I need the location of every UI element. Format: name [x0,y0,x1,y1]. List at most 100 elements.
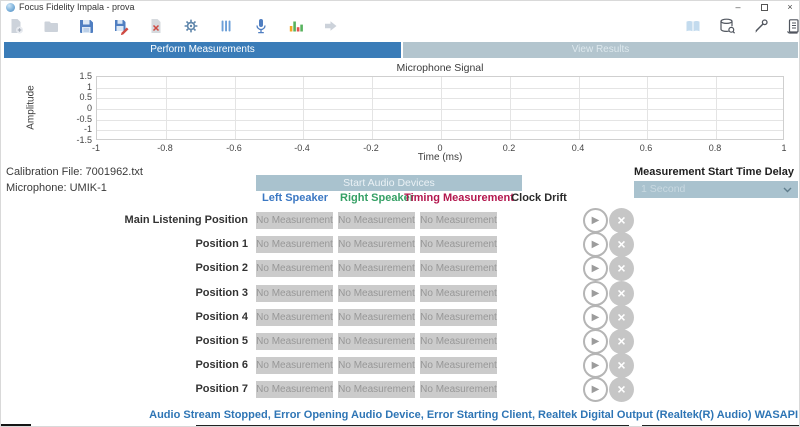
levels-icon[interactable] [217,17,235,35]
save-as-icon[interactable] [112,17,130,35]
measurement-cell: No Measurement [338,333,415,350]
measurement-cell: No Measurement [420,357,497,374]
measurement-cell: No Measurement [256,236,333,253]
row-label-position-6: Position 6 [81,359,248,371]
play-measurement-button[interactable]: ▶ [583,232,608,257]
x-tick-label: -0.8 [143,143,187,153]
toolbar [1,14,799,39]
measurement-cell: No Measurement [420,309,497,326]
measurement-cell: No Measurement [338,260,415,277]
gridline-horizontal [97,88,783,89]
measurement-cell: No Measurement [420,285,497,302]
database-search-icon[interactable] [718,17,736,35]
clear-measurement-button[interactable]: × [609,329,634,354]
y-tick-label: -1 [52,124,92,134]
measurement-start-delay-dropdown[interactable]: 1 Second [634,181,798,198]
measurement-cell: No Measurement [338,285,415,302]
row-label-position-5: Position 5 [81,335,248,347]
clear-measurement-button[interactable]: × [609,377,634,402]
row-label-position-4: Position 4 [81,311,248,323]
y-axis-label: Amplitude [26,76,37,140]
row-label-position-2: Position 2 [81,262,248,274]
play-measurement-button[interactable]: ▶ [583,281,608,306]
tab-view-results[interactable]: View Results [403,42,798,58]
chevron-down-icon [783,187,792,193]
x-tick-label: -0.6 [212,143,256,153]
measurement-start-delay-value: 1 Second [641,183,685,195]
clear-measurement-button[interactable]: × [609,208,634,233]
measurement-cell: No Measurement [256,309,333,326]
measurement-cell: No Measurement [420,260,497,277]
header-clock-drift: Clock Drift [489,192,589,204]
measurement-cell: No Measurement [256,285,333,302]
measurement-cell: No Measurement [420,333,497,350]
status-message: Audio Stream Stopped, Error Opening Audi… [1,409,798,421]
log-scroll-icon[interactable] [784,17,800,35]
manual-book-icon [684,17,702,35]
maximize-icon [761,4,768,11]
maximize-button[interactable] [753,1,775,14]
results-chart-icon[interactable] [287,17,305,35]
x-tick-label: -0.2 [349,143,393,153]
new-measurement-icon [7,17,25,35]
open-folder-icon [42,17,60,35]
x-axis-label: Time (ms) [390,152,490,163]
tab-perform-measurements[interactable]: Perform Measurements [4,42,401,58]
calibration-file-text: Calibration File: 7001962.txt [6,166,143,178]
measurement-cell: No Measurement [338,212,415,229]
x-tick-label: 0.8 [693,143,737,153]
window-title: Focus Fidelity Impala - prova [19,2,135,12]
measurement-cell: No Measurement [338,309,415,326]
clear-measurement-button[interactable]: × [609,281,634,306]
measurement-cell: No Measurement [338,381,415,398]
minimize-button[interactable]: – [727,1,749,14]
y-tick-label: -1.5 [52,135,92,145]
tuning-tool-icon[interactable] [752,17,770,35]
measurement-cell: No Measurement [256,381,333,398]
save-icon[interactable] [77,17,95,35]
clear-measurement-button[interactable]: × [609,256,634,281]
microphone-signal-plot [96,76,784,140]
measurement-cell: No Measurement [256,212,333,229]
app-icon [6,3,15,12]
measurement-start-delay-label: Measurement Start Time Delay [634,166,798,178]
play-measurement-button[interactable]: ▶ [583,377,608,402]
play-measurement-button[interactable]: ▶ [583,329,608,354]
x-tick-label: 0.2 [487,143,531,153]
clear-measurement-button[interactable]: × [609,305,634,330]
y-tick-label: 1 [52,82,92,92]
app-window: Focus Fidelity Impala - prova – × Perfor… [0,0,800,427]
measurement-cell: No Measurement [256,260,333,277]
x-tick-label: 0.4 [556,143,600,153]
row-label-main-listening-position: Main Listening Position [81,214,248,226]
gridline-horizontal [97,120,783,121]
measurement-cell: No Measurement [420,381,497,398]
microphone-text: Microphone: UMIK-1 [6,182,107,194]
clear-measurement-button[interactable]: × [609,353,634,378]
microphone-icon[interactable] [252,17,270,35]
close-button[interactable]: × [779,1,800,14]
clear-measurement-button[interactable]: × [609,232,634,257]
gridline-horizontal [97,130,783,131]
start-audio-devices-button[interactable]: Start Audio Devices [256,175,522,191]
gridline-horizontal [97,98,783,99]
y-tick-label: -0.5 [52,114,92,124]
row-label-position-7: Position 7 [81,383,248,395]
delete-measurement-icon [147,17,165,35]
settings-gear-icon[interactable] [182,17,200,35]
row-label-position-3: Position 3 [81,287,248,299]
y-tick-label: 0 [52,103,92,113]
measurement-cell: No Measurement [420,236,497,253]
play-measurement-button[interactable]: ▶ [583,353,608,378]
x-tick-label: -0.4 [280,143,324,153]
measurement-cell: No Measurement [338,236,415,253]
play-measurement-button[interactable]: ▶ [583,305,608,330]
chart-title: Microphone Signal [340,62,540,74]
y-tick-label: 0.5 [52,92,92,102]
export-icon [322,17,340,35]
titlebar: Focus Fidelity Impala - prova – × [1,1,799,14]
play-measurement-button[interactable]: ▶ [583,208,608,233]
y-tick-label: 1.5 [52,71,92,81]
play-measurement-button[interactable]: ▶ [583,256,608,281]
measurement-cell: No Measurement [338,357,415,374]
